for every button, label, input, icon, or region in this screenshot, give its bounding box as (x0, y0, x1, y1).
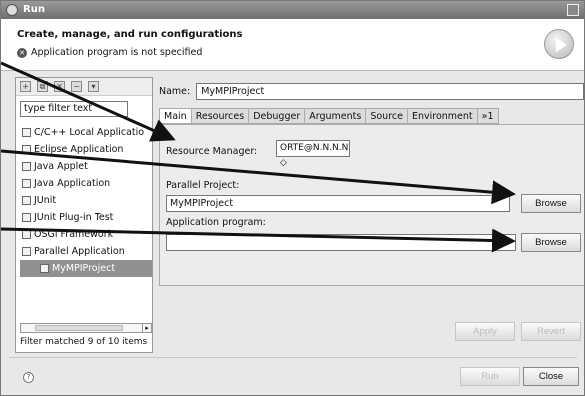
tree-item[interactable]: Parallel Application (20, 243, 152, 260)
header-title: Create, manage, and run configurations (17, 29, 243, 40)
run-banner-icon (544, 29, 574, 59)
tab-source[interactable]: Source (366, 108, 408, 124)
filter-menu-icon[interactable]: ▾ (88, 81, 99, 92)
apply-button[interactable]: Apply (455, 322, 515, 341)
config-toolbar: + ⧉ ✕ − ▾ (16, 78, 152, 96)
window-icon (6, 4, 18, 16)
tree-item-label: Java Applet (34, 161, 88, 172)
filter-status: Filter matched 9 of 10 items (20, 337, 148, 347)
name-input[interactable]: MyMPIProject (196, 83, 584, 100)
tree-item[interactable]: JUnit (20, 192, 152, 209)
tree-item[interactable]: Eclipse Application (20, 141, 152, 158)
browse-project-button[interactable]: Browse (521, 194, 581, 213)
application-program-label: Application program: (166, 217, 266, 228)
title-bar: Run (1, 1, 584, 19)
duplicate-config-icon[interactable]: ⧉ (37, 81, 48, 92)
tree-item-label: JUnit Plug-in Test (34, 212, 114, 223)
error-message-text: Application program is not specified (31, 47, 203, 58)
dialog-header: Create, manage, and run configurations ✕… (1, 19, 584, 71)
resource-manager-value: ORTE@N.N.N.N (280, 143, 349, 153)
junit-plugin-icon (22, 213, 31, 222)
cpp-local-app-icon (22, 128, 31, 137)
resource-manager-label: Resource Manager: (166, 146, 258, 157)
tree-item-label: MyMPIProject (52, 263, 116, 274)
name-row: Name: MyMPIProject (159, 83, 584, 100)
maximize-button[interactable] (567, 4, 579, 16)
tree-item-label: Parallel Application (34, 246, 125, 257)
scroll-right-arrow[interactable]: ▸ (142, 324, 151, 332)
filter-input[interactable]: type filter text (20, 101, 128, 117)
tab-environment[interactable]: Environment (407, 108, 478, 124)
tab-main[interactable]: Main (159, 108, 192, 124)
delete-config-icon[interactable]: ✕ (54, 81, 65, 92)
eclipse-icon (22, 145, 31, 154)
tab-debugger[interactable]: Debugger (249, 108, 306, 124)
collapse-all-icon[interactable]: − (71, 81, 82, 92)
tree-item-label: JUnit (34, 195, 57, 206)
configuration-list-pane: + ⧉ ✕ − ▾ type filter text C/C++ Local A… (15, 77, 153, 353)
tab-bar: Main Resources Debugger Arguments Source Envi… (159, 108, 499, 124)
parallel-app-icon (22, 247, 31, 256)
resource-manager-select[interactable]: ORTE@N.N.N.N ◇ (276, 140, 350, 168)
run-configurations-dialog: Run Create, manage, and run configuratio… (0, 0, 585, 396)
configuration-editor: Name: MyMPIProject Main Resources Debugger… (159, 77, 584, 353)
tab-overflow[interactable]: »1 (477, 108, 499, 124)
configuration-tree: C/C++ Local Applicatio Eclipse Applicatio… (20, 124, 152, 277)
java-app-icon (22, 179, 31, 188)
error-message: ✕ Application program is not specified (17, 47, 202, 58)
name-label: Name: (159, 86, 191, 97)
java-applet-icon (22, 162, 31, 171)
horizontal-scrollbar[interactable]: ▸ (20, 323, 152, 333)
junit-icon (22, 196, 31, 205)
tree-item[interactable]: MyMPIProject (20, 260, 152, 277)
footer-separator (9, 357, 577, 358)
window-title: Run (23, 4, 45, 15)
revert-button[interactable]: Revert (521, 322, 581, 341)
main-tab-panel: Resource Manager: ORTE@N.N.N.N ◇ Paralle… (159, 124, 584, 286)
tab-resources[interactable]: Resources (191, 108, 250, 124)
scrollbar-thumb[interactable] (35, 325, 123, 331)
parallel-project-input[interactable]: MyMPIProject (166, 195, 510, 212)
parallel-project-label: Parallel Project: (166, 180, 240, 191)
tree-item[interactable]: Java Application (20, 175, 152, 192)
tab-arguments[interactable]: Arguments (305, 108, 367, 124)
run-button[interactable]: Run (460, 367, 520, 386)
tree-item-label: Java Application (34, 178, 111, 189)
tree-item[interactable]: JUnit Plug-in Test (20, 209, 152, 226)
tree-item-label: OSGi Framework (34, 229, 114, 240)
tree-item-label: Eclipse Application (34, 144, 124, 155)
browse-application-button[interactable]: Browse (521, 233, 581, 252)
close-button[interactable]: Close (523, 367, 579, 386)
tree-item-label: C/C++ Local Applicatio (34, 127, 145, 138)
tree-item[interactable]: Java Applet (20, 158, 152, 175)
tree-item[interactable]: C/C++ Local Applicatio (20, 124, 152, 141)
error-icon: ✕ (17, 47, 27, 58)
mpi-project-icon (40, 264, 49, 273)
application-program-input[interactable] (166, 234, 516, 251)
tree-item[interactable]: OSGi Framework (20, 226, 152, 243)
osgi-icon (22, 230, 31, 239)
new-config-icon[interactable]: + (20, 81, 31, 92)
help-icon[interactable]: ? (23, 372, 34, 383)
